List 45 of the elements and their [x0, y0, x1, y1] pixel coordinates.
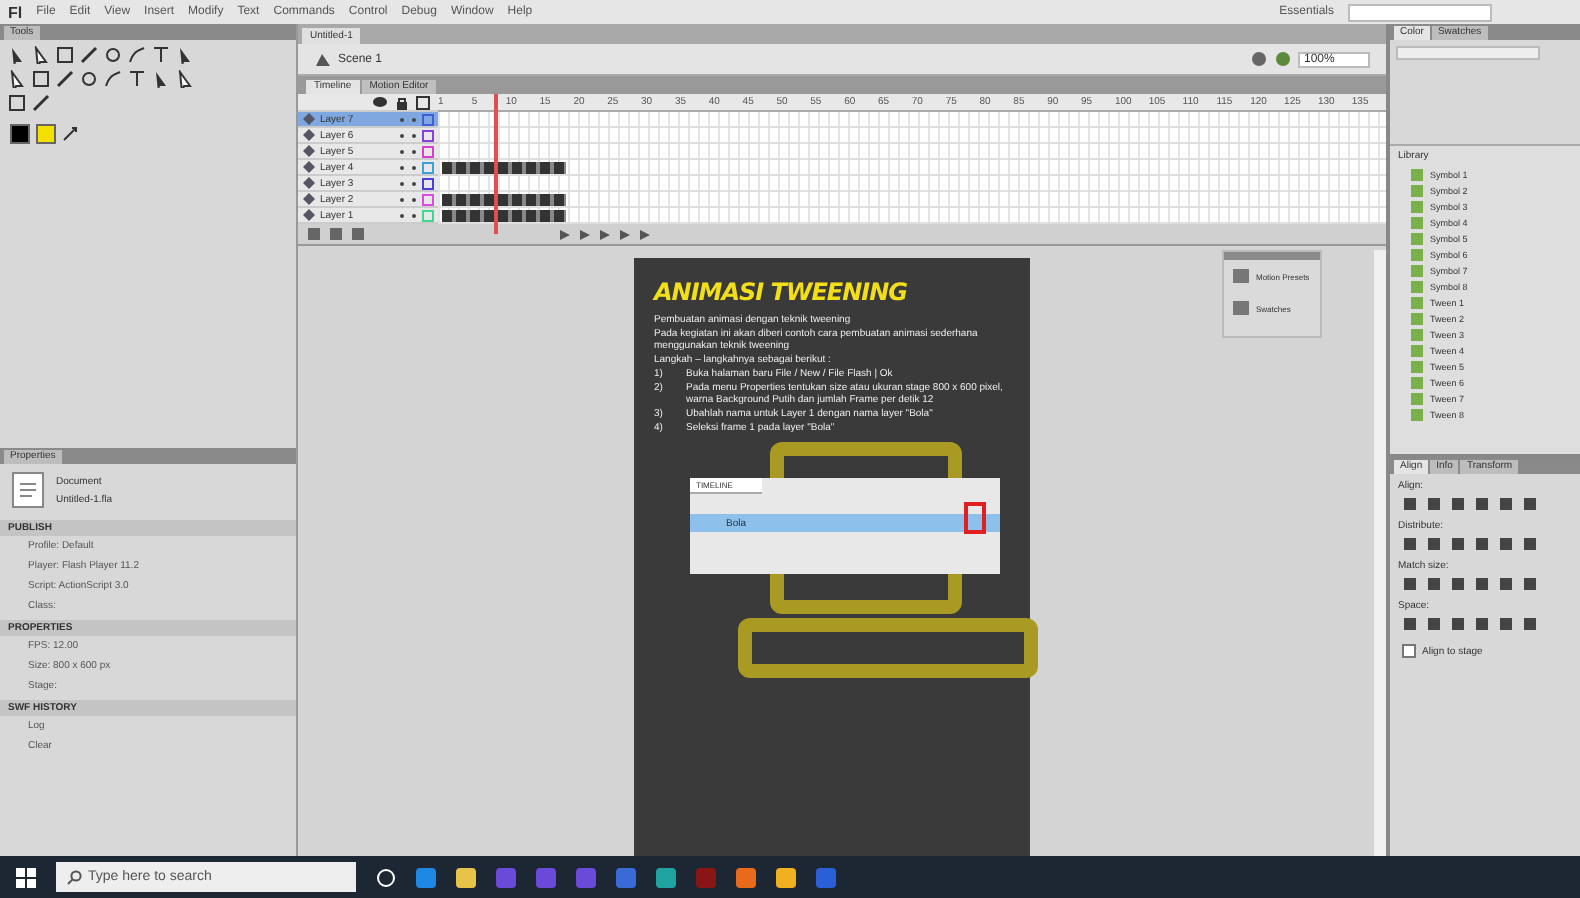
step-forward-icon[interactable] [618, 227, 632, 241]
layer-color-swatch[interactable] [422, 193, 434, 205]
tween-span [442, 161, 566, 173]
lock-icon[interactable] [396, 95, 408, 109]
edit-scene-icon[interactable] [1274, 50, 1292, 68]
fill-color-icon[interactable] [36, 124, 56, 144]
layer-color-swatch[interactable] [422, 113, 434, 125]
eye-icon[interactable] [372, 96, 388, 108]
color-type-dropdown[interactable] [1396, 46, 1540, 60]
taskbar-app-icon[interactable] [456, 867, 476, 887]
stage-title: ANIMASI TWEENING [654, 278, 910, 306]
frame-row[interactable] [438, 192, 1386, 208]
delete-icon[interactable] [350, 226, 366, 242]
tween-span [442, 193, 566, 205]
taskbar-app-icon[interactable] [416, 867, 436, 887]
help-search-field[interactable] [1348, 3, 1492, 21]
tool-icon[interactable] [152, 46, 170, 64]
layer-color-swatch[interactable] [422, 177, 434, 189]
document-icon [12, 472, 44, 508]
new-folder-icon[interactable] [328, 226, 344, 242]
checkbox[interactable] [1402, 644, 1416, 658]
layer-color-swatch[interactable] [422, 145, 434, 157]
app-logo: Fl [8, 3, 23, 21]
taskbar-app-icon[interactable] [736, 867, 756, 887]
scrollbar[interactable] [1374, 250, 1386, 856]
layer-color-swatch[interactable] [422, 209, 434, 221]
highlight-marker [964, 502, 986, 534]
frame-row[interactable] [438, 160, 1386, 176]
layer-color-swatch[interactable] [422, 161, 434, 173]
step-back-icon[interactable] [578, 227, 592, 241]
tween-span [442, 209, 566, 221]
start-icon[interactable] [16, 867, 36, 887]
stroke-color-icon[interactable] [10, 124, 30, 144]
task-view-icon[interactable] [376, 867, 396, 887]
scene-icon [314, 50, 332, 68]
swap-colors-icon[interactable] [62, 126, 78, 142]
search-icon [66, 870, 82, 886]
taskbar-app-icon[interactable] [776, 867, 796, 887]
layer-color-swatch[interactable] [422, 129, 434, 141]
tool-icon[interactable] [128, 70, 146, 88]
outline-icon[interactable] [416, 95, 430, 109]
frame-row[interactable] [438, 208, 1386, 224]
taskbar-app-icon[interactable] [656, 867, 676, 887]
edit-symbols-icon[interactable] [1250, 50, 1268, 68]
new-layer-icon[interactable] [306, 226, 322, 242]
